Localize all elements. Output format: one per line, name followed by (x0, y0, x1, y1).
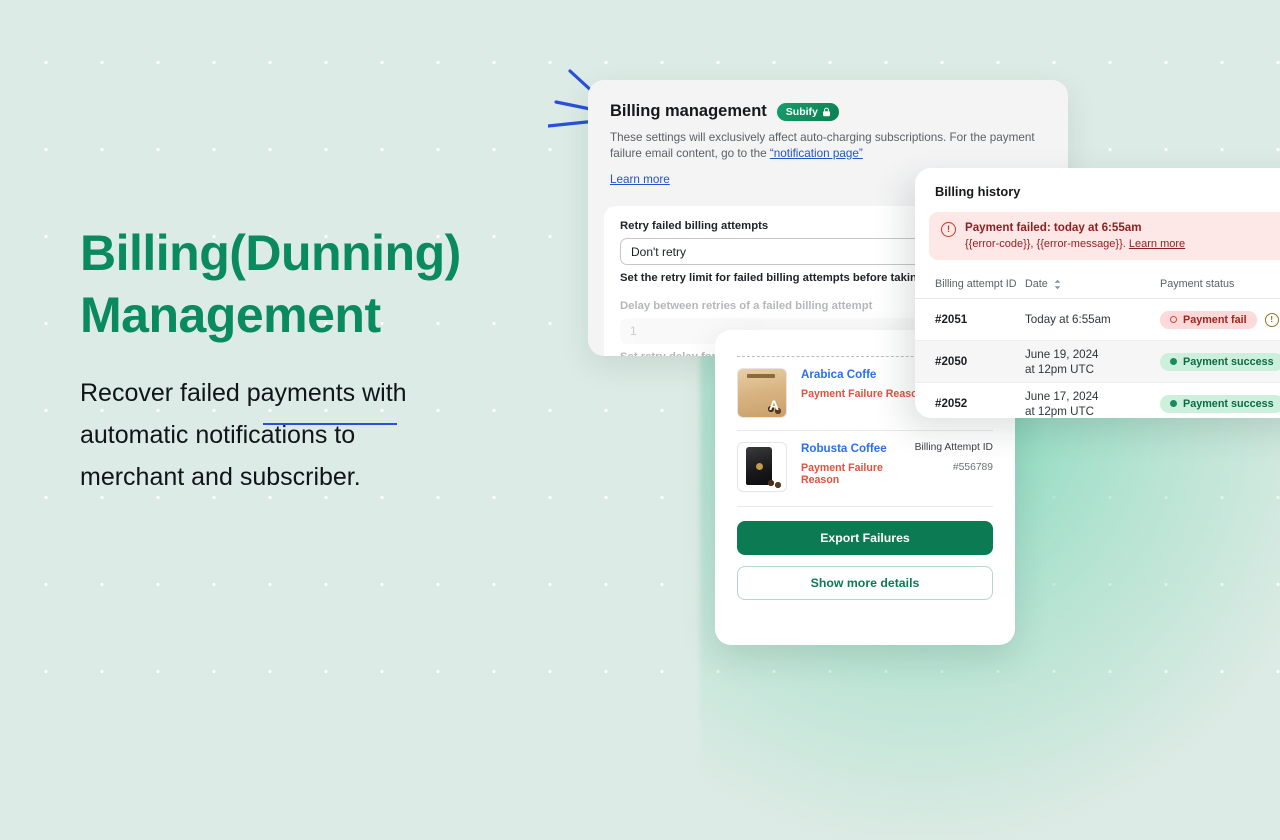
status-dot-solid-icon (1170, 400, 1177, 407)
table-row[interactable]: #2052 June 17, 2024 at 12pm UTC Payment … (915, 382, 1280, 418)
alert-message-text: {{error-code}}, {{error-message}}. (965, 238, 1126, 250)
row-date-line-2: at 12pm UTC (1025, 404, 1094, 418)
row-status: Payment success (1160, 352, 1280, 371)
row-date-line-2: at 12pm UTC (1025, 362, 1094, 376)
show-more-details-button[interactable]: Show more details (737, 566, 993, 600)
coffee-bag-tan-image (737, 368, 787, 418)
sort-chevrons-icon[interactable] (1053, 279, 1062, 290)
lock-icon (822, 107, 830, 116)
learn-more-link[interactable]: Learn more (610, 173, 670, 186)
table-row[interactable]: #2050 June 19, 2024 at 12pm UTC Payment … (915, 340, 1280, 382)
alert-title: Payment failed: today at 6:55am (965, 221, 1142, 234)
page-title-line-1: Billing(Dunning) (80, 225, 461, 281)
export-failures-button[interactable]: Export Failures (737, 521, 993, 555)
column-header-billing-attempt-id: Billing attempt ID (935, 278, 1017, 290)
payment-failure-reason: Payment Failure Reason (801, 462, 883, 486)
status-badge: Payment success (1160, 352, 1280, 371)
subify-badge: Subify (776, 102, 839, 121)
row-date: June 19, 2024 at 12pm UTC (1025, 347, 1160, 377)
page-title-line-2: Management (80, 287, 381, 343)
row-status: Payment success (1160, 394, 1280, 413)
table-row[interactable]: #2051 Today at 6:55am Payment fail ! (915, 299, 1280, 340)
billing-attempt-id-label: Billing Attempt ID (914, 442, 993, 453)
status-badge: Payment fail (1160, 310, 1257, 329)
billing-history-card: Billing history ! Payment failed: today … (915, 168, 1280, 418)
row-billing-attempt-id: #2051 (935, 313, 968, 326)
list-item[interactable]: Robusta Coffee Payment Failure Reason Bi… (737, 430, 993, 504)
row-date-line-1: June 19, 2024 (1025, 347, 1099, 361)
row-date: June 17, 2024 at 12pm UTC (1025, 389, 1160, 419)
alert-message: {{error-code}}, {{error-message}}. Learn… (965, 238, 1280, 250)
column-header-payment-status: Payment status (1160, 278, 1235, 290)
billing-management-title: Billing management (610, 102, 767, 120)
failures-card-actions: Export Failures Show more details (737, 506, 993, 600)
page-title: Billing(Dunning) Management (80, 222, 550, 346)
billing-attempt-id-value: #556789 (952, 462, 993, 473)
status-dot-hollow-icon (1170, 316, 1177, 323)
warning-circle-icon: ! (941, 222, 956, 237)
row-billing-attempt-id: #2050 (935, 355, 968, 368)
row-billing-attempt-id: #2052 (935, 397, 968, 410)
page-subtitle: Recover failed payments with automatic n… (80, 346, 550, 498)
subify-badge-label: Subify (785, 105, 818, 118)
row-date-line-1: June 17, 2024 (1025, 389, 1099, 403)
page-subtitle-line-3: merchant and subscriber. (80, 463, 361, 491)
column-header-date[interactable]: Date (1025, 278, 1160, 290)
status-badge-label: Payment success (1183, 355, 1274, 368)
row-status: Payment fail ! (1160, 310, 1280, 329)
status-badge-label: Payment fail (1183, 313, 1247, 326)
table-header-row: Billing attempt ID Date Payment status (915, 273, 1280, 299)
product-name[interactable]: Robusta Coffee (801, 442, 901, 455)
row-date: Today at 6:55am (1025, 313, 1111, 326)
notification-page-link[interactable]: “notification page” (770, 147, 863, 160)
column-header-date-label: Date (1025, 278, 1048, 290)
status-dot-solid-icon (1170, 358, 1177, 365)
row-warning-icon[interactable]: ! (1264, 312, 1279, 327)
coffee-bag-black-image (737, 442, 787, 492)
billing-history-table: Billing attempt ID Date Payment status #… (915, 273, 1280, 418)
status-badge: Payment success (1160, 394, 1280, 413)
alert-learn-more-link[interactable]: Learn more (1129, 238, 1185, 250)
hero-text-block: Billing(Dunning) Management Recover fail… (80, 222, 550, 498)
billing-management-description: These settings will exclusively affect a… (610, 130, 1040, 161)
page-subtitle-line-1: Recover failed payments with (80, 372, 407, 425)
payment-failed-alert: ! Payment failed: today at 6:55am {{erro… (929, 212, 1280, 260)
status-badge-label: Payment success (1183, 397, 1274, 410)
billing-history-title: Billing history (935, 184, 1021, 199)
page-subtitle-line-2: automatic notifications to (80, 421, 356, 449)
